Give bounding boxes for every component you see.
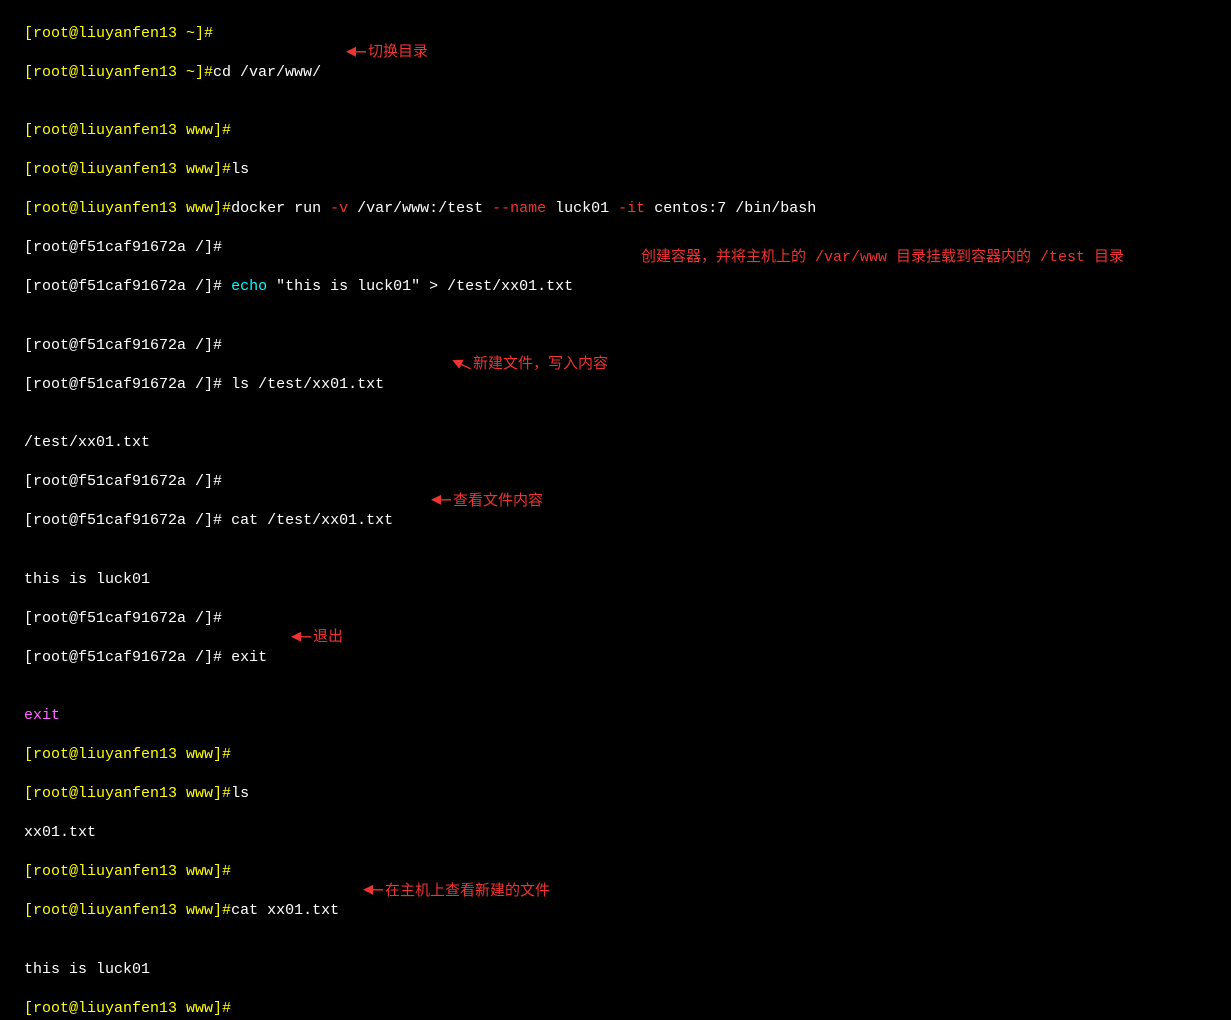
output-text: this is luck01 [24, 571, 150, 588]
terminal-line: [root@liuyanfen13 www]# [6, 843, 1225, 882]
command-text: cat /test/xx01.txt [222, 512, 393, 529]
terminal-line[interactable]: [root@f51caf91672a /]# echo "this is luc… [6, 258, 1225, 317]
prompt: [root@liuyanfen13 www]# [24, 122, 231, 139]
prompt: [root@f51caf91672a /]# [24, 610, 222, 627]
command-text: ls [231, 785, 249, 802]
terminal-line[interactable]: [root@liuyanfen13 www]# [6, 1018, 1225, 1020]
prompt: [root@liuyanfen13 www]# [24, 1000, 231, 1017]
arrow-left-icon: ◂— [363, 883, 381, 899]
terminal-line[interactable]: [root@liuyanfen13 www]#docker run -v /va… [6, 180, 1225, 219]
annotation-label: 切换目录 [368, 43, 428, 63]
terminal-line[interactable]: [root@f51caf91672a /]# exit ◂— 退出 [6, 628, 1225, 687]
prompt: [root@f51caf91672a /]# [24, 376, 222, 393]
prompt: [root@f51caf91672a /]# [24, 473, 222, 490]
output-text: this is luck01 [24, 961, 150, 978]
terminal-line[interactable]: [root@liuyanfen13 www]#cat xx01.txt ◂— 在… [6, 882, 1225, 941]
terminal-output: xx01.txt [6, 804, 1225, 843]
terminal-line: [root@f51caf91672a /]# [6, 219, 1225, 258]
arrow-left-icon: ◂— [346, 45, 364, 61]
prompt: [root@f51caf91672a /]# [24, 337, 222, 354]
command-text: docker run [231, 200, 330, 217]
terminal-output: /test/xx01.txt [6, 414, 1225, 453]
annotation-label: 新建文件，写入内容 [473, 355, 608, 375]
command-text: ls [231, 161, 249, 178]
prompt: [root@liuyanfen13 www]# [24, 161, 231, 178]
prompt: [root@liuyanfen13 www]# [24, 200, 231, 217]
terminal-line[interactable]: [root@liuyanfen13 www]#ls [6, 141, 1225, 180]
arrow-icon: ◂— [448, 354, 471, 376]
command-text: cd /var/www/ [213, 64, 321, 81]
prompt: [root@liuyanfen13 www]# [24, 746, 231, 763]
annotation-arrow: ◂— 查看文件内容 [431, 492, 543, 512]
command-text: ls /test/xx01.txt [222, 376, 384, 393]
output-text: /test/xx01.txt [24, 434, 150, 451]
terminal-line: [root@f51caf91672a /]# [6, 316, 1225, 355]
annotation-arrow: ◂— 新建文件，写入内容 [451, 355, 608, 375]
terminal-line: [root@liuyanfen13 ~]# [6, 4, 1225, 43]
prompt: [root@liuyanfen13 www]# [24, 902, 231, 919]
flag: -it [618, 200, 645, 217]
terminal-line: [root@f51caf91672a /]# [6, 589, 1225, 628]
prompt: [root@f51caf91672a /]# [24, 278, 222, 295]
output-text: exit [24, 707, 60, 724]
flag: --name [492, 200, 546, 217]
terminal-line: [root@f51caf91672a /]# [6, 453, 1225, 492]
prompt: [root@liuyanfen13 ~]# [24, 25, 213, 42]
prompt: [root@liuyanfen13 www]# [24, 863, 231, 880]
terminal-output: this is luck01 [6, 940, 1225, 979]
terminal-line: [root@liuyanfen13 www]# [6, 979, 1225, 1018]
prompt: [root@liuyanfen13 ~]# [24, 64, 213, 81]
command-name: echo [231, 278, 267, 295]
annotation-arrow: ◂— 退出 [291, 628, 343, 648]
command-text: exit [222, 649, 267, 666]
command-text: centos:7 /bin/bash [645, 200, 816, 217]
prompt: [root@f51caf91672a /]# [24, 512, 222, 529]
annotation-arrow: ◂— 切换目录 [346, 43, 428, 63]
annotation-arrow: ◂— 在主机上查看新建的文件 [363, 882, 550, 902]
annotation-label: 查看文件内容 [453, 492, 543, 512]
prompt: [root@f51caf91672a /]# [24, 239, 222, 256]
arrow-left-icon: ◂— [431, 493, 449, 509]
command-text: luck01 [546, 200, 618, 217]
command-text: "this is luck01" > /test/xx01.txt [267, 278, 573, 295]
annotation-label: 在主机上查看新建的文件 [385, 882, 550, 902]
terminal-line[interactable]: [root@f51caf91672a /]# cat /test/xx01.tx… [6, 492, 1225, 551]
command-text: cat xx01.txt [231, 902, 339, 919]
terminal-line[interactable]: [root@liuyanfen13 www]#ls [6, 765, 1225, 804]
terminal-output: this is luck01 [6, 550, 1225, 589]
terminal-line: [root@liuyanfen13 www]# [6, 102, 1225, 141]
output-text: xx01.txt [24, 824, 96, 841]
terminal-output: exit [6, 687, 1225, 726]
terminal-line: [root@liuyanfen13 www]# [6, 726, 1225, 765]
terminal-line[interactable]: [root@liuyanfen13 ~]#cd /var/www/ ◂— 切换目… [6, 43, 1225, 102]
prompt: [root@f51caf91672a /]# [24, 649, 222, 666]
flag: -v [330, 200, 348, 217]
arrow-left-icon: ◂— [291, 630, 309, 646]
terminal-line[interactable]: [root@f51caf91672a /]# ls /test/xx01.txt… [6, 355, 1225, 414]
prompt: [root@liuyanfen13 www]# [24, 785, 231, 802]
annotation-label: 退出 [313, 628, 343, 648]
command-text: /var/www:/test [348, 200, 492, 217]
